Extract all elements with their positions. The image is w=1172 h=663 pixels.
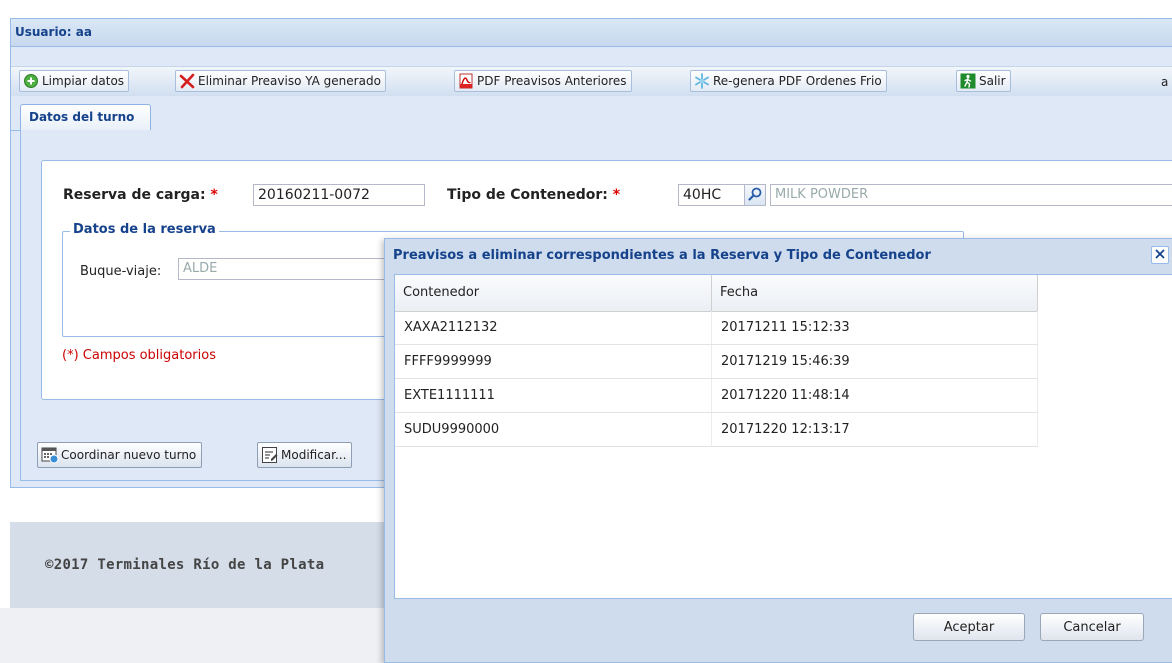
exit-button[interactable]: Salir xyxy=(956,70,1011,92)
clear-data-button[interactable]: Limpiar datos xyxy=(19,70,130,92)
toolbar: Limpiar datos Eliminar Preaviso YA gener… xyxy=(11,66,1172,98)
preavisos-grid: Contenedor Fecha XAXA2112132 20171211 15… xyxy=(394,274,1172,599)
tab-strip: Datos del turno xyxy=(11,96,1172,131)
modal-close-button[interactable] xyxy=(1151,246,1169,264)
table-row[interactable]: SUDU9990000 20171220 12:13:17 xyxy=(395,413,1038,447)
grid-header: Contenedor Fecha xyxy=(395,275,1038,312)
snowflake-icon xyxy=(694,73,710,89)
cell-fecha: 20171220 12:13:17 xyxy=(712,413,1038,446)
search-icon xyxy=(748,187,762,204)
accept-button[interactable]: Aceptar xyxy=(913,613,1025,641)
cell-fecha: 20171220 11:48:14 xyxy=(712,379,1038,412)
coordinar-turno-button[interactable]: Coordinar nuevo turno xyxy=(37,442,203,468)
datos-reserva-legend: Datos de la reserva xyxy=(70,222,219,237)
cell-contenedor: XAXA2112132 xyxy=(395,311,712,344)
delete-preaviso-label: Eliminar Preaviso YA generado xyxy=(198,74,381,88)
table-row[interactable]: FFFF9999999 20171219 15:46:39 xyxy=(395,345,1038,379)
delete-preaviso-button[interactable]: Eliminar Preaviso YA generado xyxy=(175,70,386,92)
tab-datos-del-turno[interactable]: Datos del turno xyxy=(20,104,152,130)
column-header-fecha[interactable]: Fecha xyxy=(712,275,1038,311)
toolbar-extra-text: a xyxy=(1161,75,1169,89)
modal-title: Preavisos a eliminar correspondientes a … xyxy=(393,248,931,263)
preavisos-modal: Preavisos a eliminar correspondientes a … xyxy=(384,238,1172,663)
commodity-input: MILK POWDER xyxy=(770,184,1172,206)
close-icon xyxy=(1155,248,1165,262)
regen-pdf-label: Re-genera PDF Ordenes Frio xyxy=(713,74,882,88)
exit-icon xyxy=(960,73,976,89)
modificar-label: Modificar... xyxy=(281,448,347,462)
reserva-label: Reserva de carga: * xyxy=(63,187,218,203)
pdf-previous-button[interactable]: PDF Preavisos Anteriores xyxy=(454,70,632,92)
cell-contenedor: FFFF9999999 xyxy=(395,345,712,378)
buque-viaje-input: ALDE xyxy=(178,258,418,280)
add-circle-icon xyxy=(23,73,39,89)
table-row[interactable]: EXTE1111111 20171220 11:48:14 xyxy=(395,379,1038,413)
reserva-input[interactable]: 20160211-0072 xyxy=(253,184,425,206)
required-fields-note: (*) Campos obligatorios xyxy=(62,348,216,363)
cell-fecha: 20171211 15:12:33 xyxy=(712,311,1038,344)
calendar-icon xyxy=(41,446,59,464)
coordinar-turno-label: Coordinar nuevo turno xyxy=(61,448,197,462)
delete-x-icon xyxy=(179,73,195,89)
modificar-button[interactable]: Modificar... xyxy=(257,442,353,468)
footer-copyright: ©2017 Terminales Río de la Plata xyxy=(45,557,325,573)
tipo-contenedor-input[interactable]: 40HC xyxy=(678,184,746,206)
user-title: Usuario: aa xyxy=(15,25,92,39)
buque-viaje-label: Buque-viaje: xyxy=(80,264,162,279)
pdf-previous-label: PDF Preavisos Anteriores xyxy=(477,74,627,88)
edit-icon xyxy=(261,446,279,464)
exit-label: Salir xyxy=(979,74,1006,88)
panel-header: Usuario: aa xyxy=(11,19,1172,47)
cell-contenedor: SUDU9990000 xyxy=(395,413,712,446)
regen-pdf-button[interactable]: Re-genera PDF Ordenes Frio xyxy=(690,70,887,92)
search-trigger[interactable] xyxy=(744,184,766,206)
cancel-button[interactable]: Cancelar xyxy=(1040,613,1144,641)
tipo-contenedor-label: Tipo de Contenedor: * xyxy=(447,187,621,203)
cell-contenedor: EXTE1111111 xyxy=(395,379,712,412)
clear-data-label: Limpiar datos xyxy=(42,74,125,88)
table-row[interactable]: XAXA2112132 20171211 15:12:33 xyxy=(395,311,1038,345)
pdf-icon xyxy=(458,73,474,89)
column-header-contenedor[interactable]: Contenedor xyxy=(395,275,712,311)
cell-fecha: 20171219 15:46:39 xyxy=(712,345,1038,378)
